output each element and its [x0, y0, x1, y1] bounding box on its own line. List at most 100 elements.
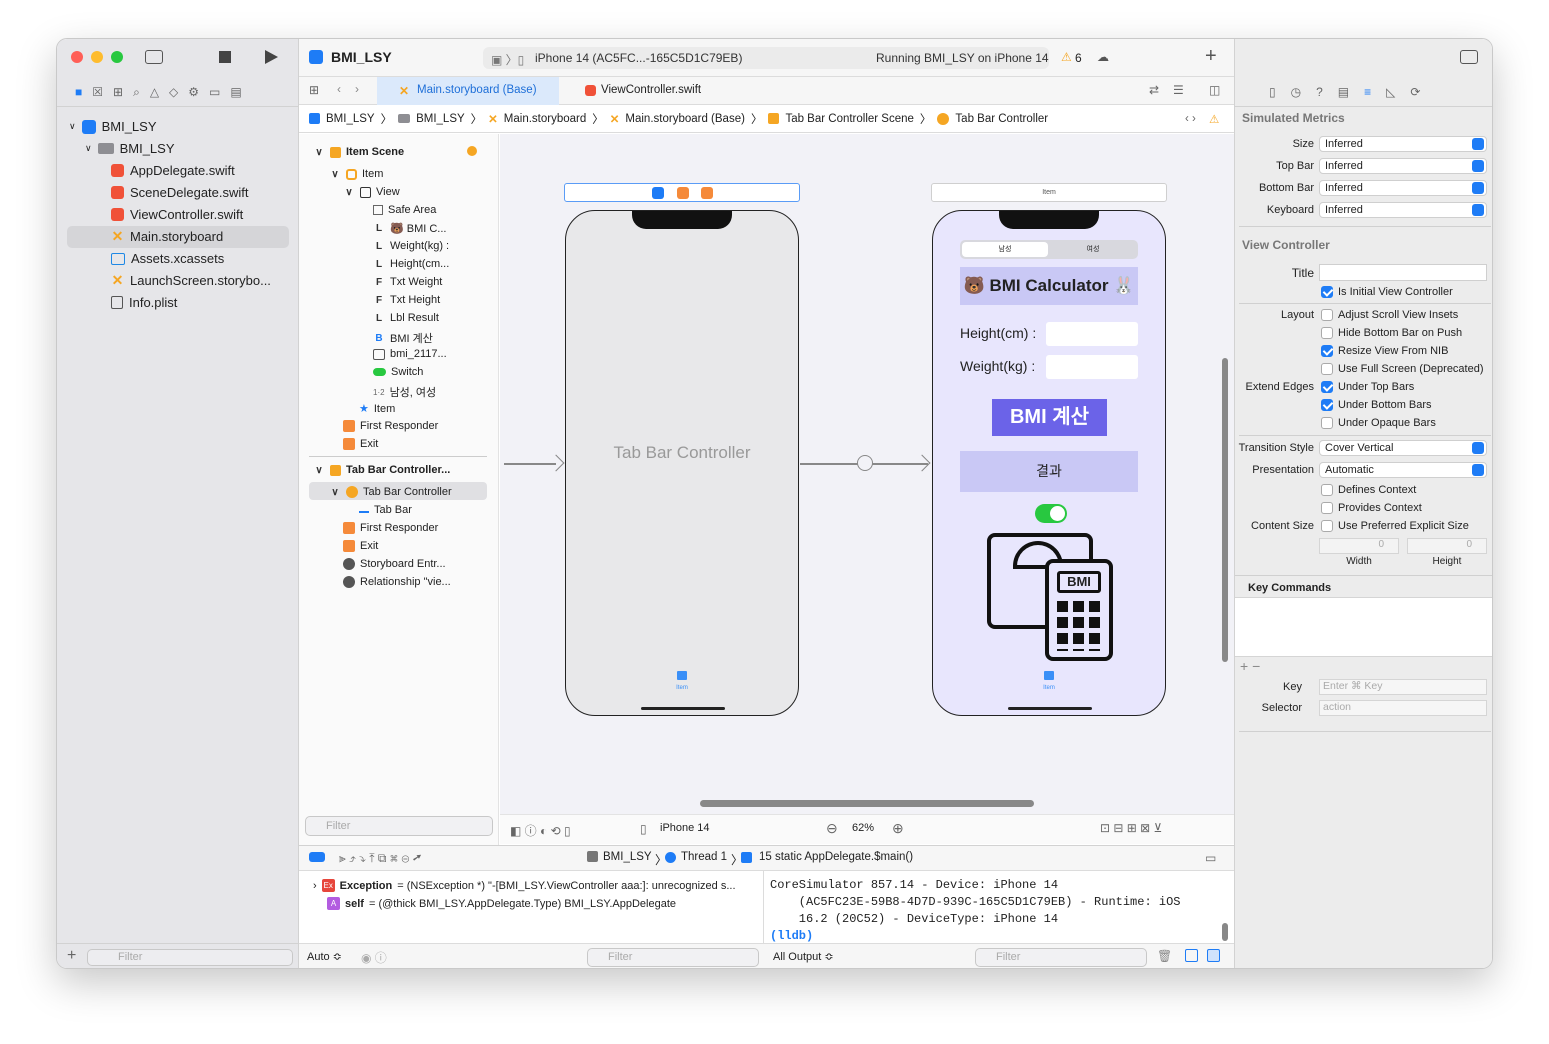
outline-item[interactable]: bmi_2117... [390, 348, 447, 360]
debug-breadcrumb[interactable]: 15 static AppDelegate.$main() [759, 851, 913, 863]
outline-item[interactable]: Txt Height [390, 294, 440, 306]
device-icon[interactable]: ▯ [640, 822, 647, 836]
debug-breadcrumb[interactable]: BMI_LSY [603, 851, 652, 863]
console-filter-input[interactable]: Filter [975, 948, 1147, 967]
outline-item[interactable]: BMI 계산 [390, 330, 433, 346]
adjust-insets-checkbox[interactable] [1321, 309, 1333, 321]
nav-file[interactable]: SceneDelegate.swift [130, 185, 249, 200]
history-icon[interactable]: ◷ [1291, 85, 1301, 99]
initial-vc-checkbox[interactable] [1321, 286, 1333, 298]
scheme-icon[interactable]: ▣ 〉▯ [491, 51, 524, 68]
nav-project-root[interactable]: BMI_LSY [102, 119, 157, 134]
nav-arrows-icon[interactable]: ‹ › [1185, 113, 1196, 125]
back-icon[interactable]: ‹ [337, 82, 341, 96]
symbol-icon[interactable]: ⊞ [113, 85, 123, 99]
segment-female[interactable]: 여성 [1050, 242, 1136, 257]
outline-item[interactable]: Item [362, 168, 383, 180]
source-control-icon[interactable]: ☒ [92, 85, 103, 99]
nav-file[interactable]: Info.plist [129, 295, 177, 310]
debug-icon[interactable]: ⚙ [188, 85, 199, 99]
console-output-selector[interactable]: All Output ≎ [773, 950, 834, 963]
outline-item-selected[interactable]: Tab Bar Controller [363, 486, 452, 498]
warning-dot-icon[interactable] [467, 146, 477, 156]
outline-item[interactable]: Height(cm... [390, 258, 449, 270]
run-button[interactable] [265, 50, 278, 64]
nav-group[interactable]: BMI_LSY [120, 141, 175, 156]
warning-icon[interactable]: ⚠ [1209, 112, 1219, 126]
run-destination[interactable]: iPhone 14 (AC5FC...-165C5D1C79EB) [535, 51, 742, 65]
console-scrollbar[interactable] [1222, 923, 1228, 941]
test-icon[interactable]: ◇ [169, 85, 178, 99]
trash-icon[interactable]: 🗑 [1157, 949, 1172, 963]
file-inspector-icon[interactable]: ▯ [1269, 85, 1276, 99]
split-right-icon[interactable] [1207, 949, 1220, 962]
console-view[interactable]: CoreSimulator 857.14 - Device: iPhone 14… [766, 871, 1234, 943]
related-items-icon[interactable]: ⇄ [1149, 83, 1159, 97]
constraints-icons[interactable]: ⊡ ⊟ ⊞ ⊠ ⊻ [1100, 821, 1162, 835]
sidebar-toggle-icon[interactable] [145, 50, 163, 64]
breakpoints-toggle-icon[interactable] [309, 852, 325, 862]
jump-item[interactable]: Tab Bar Controller [955, 113, 1048, 125]
outline-item[interactable]: 🐻 BMI C... [390, 222, 446, 235]
size-icon[interactable]: ◺ [1386, 85, 1395, 99]
width-field[interactable]: 0 [1319, 538, 1399, 554]
outline-item[interactable]: First Responder [360, 522, 438, 534]
add-icon[interactable]: + [67, 947, 76, 965]
outline-item[interactable]: Weight(kg) : [390, 240, 449, 252]
inspector-toggle-icon[interactable] [1460, 50, 1478, 64]
issue-icon[interactable]: △ [150, 85, 159, 99]
close-window-button[interactable] [71, 51, 83, 63]
gender-segmented-control[interactable]: 남성 여성 [960, 240, 1138, 259]
weight-text-field[interactable] [1046, 355, 1138, 379]
bmi-calculate-button[interactable]: BMI 계산 [992, 399, 1107, 436]
tab-main-storyboard[interactable]: ✕ Main.storyboard (Base) [377, 77, 559, 105]
toggle-switch[interactable] [1035, 504, 1067, 523]
jump-item[interactable]: Main.storyboard (Base) [625, 113, 745, 125]
nav-file[interactable]: LaunchScreen.storybo... [130, 273, 271, 288]
jump-item[interactable]: BMI_LSY [416, 113, 465, 125]
nav-file-selected[interactable]: Main.storyboard [130, 229, 223, 244]
layout-icon[interactable]: ◧ ⓘ ◐ ⟲ ▯ [510, 822, 571, 839]
size-popup[interactable]: Inferred [1319, 136, 1487, 152]
outline-item[interactable]: View [376, 186, 400, 198]
split-left-icon[interactable] [1185, 949, 1198, 962]
eye-icon[interactable]: ◉ ⓘ [361, 949, 387, 966]
outline-item[interactable]: Exit [360, 438, 378, 450]
hide-bottom-bar-checkbox[interactable] [1321, 327, 1333, 339]
search-icon[interactable]: ⌕ [133, 85, 140, 99]
provides-context-checkbox[interactable] [1321, 502, 1333, 514]
device-selector[interactable]: iPhone 14 [660, 822, 710, 834]
breakpoint-icon[interactable]: ▭ [209, 85, 220, 99]
nav-file[interactable]: Assets.xcassets [131, 251, 224, 266]
outline-item[interactable]: Tab Bar [374, 504, 412, 516]
under-top-bars-checkbox[interactable] [1321, 381, 1333, 393]
identity-icon[interactable]: ▤ [1338, 85, 1349, 99]
defines-context-checkbox[interactable] [1321, 484, 1333, 496]
outline-scene[interactable]: Item Scene [346, 146, 404, 158]
segment-male[interactable]: 남성 [962, 242, 1048, 257]
zoom-in-icon[interactable]: ⊕ [892, 820, 904, 837]
minimize-window-button[interactable] [91, 51, 103, 63]
full-screen-checkbox[interactable] [1321, 363, 1333, 375]
outline-item[interactable]: Item [374, 403, 395, 415]
variable-row[interactable]: › Ex Exception = (NSException *) "-[BMI_LS… [313, 879, 736, 892]
outline-item[interactable]: Lbl Result [390, 312, 439, 324]
zoom-out-icon[interactable]: ⊖ [826, 820, 838, 837]
key-commands-table[interactable] [1235, 597, 1492, 657]
tab-bar-controller-scene[interactable]: Tab Bar Controller Item [565, 210, 799, 716]
variables-scope-selector[interactable]: Auto ≎ [307, 950, 342, 963]
nav-file[interactable]: AppDelegate.swift [130, 163, 235, 178]
under-opaque-bars-checkbox[interactable] [1321, 417, 1333, 429]
nav-file[interactable]: ViewController.swift [130, 207, 243, 222]
outline-item[interactable]: Exit [360, 540, 378, 552]
debug-controls-icon[interactable]: ⫸ ⤴ ⤵ ⤒ ⧉ ⌘ ⊜ ➚ [339, 851, 422, 866]
outline-item[interactable]: Safe Area [388, 204, 436, 216]
report-icon[interactable]: ▤ [230, 85, 241, 99]
debug-breadcrumb[interactable]: Thread 1 [681, 851, 727, 863]
jump-item[interactable]: Tab Bar Controller Scene [785, 113, 913, 125]
cloud-icon[interactable]: ☁ [1097, 50, 1109, 64]
vc-scene-header[interactable]: Item [931, 183, 1167, 202]
bottom-bar-popup[interactable]: Inferred [1319, 180, 1487, 196]
jump-item[interactable]: Main.storyboard [504, 113, 586, 125]
presentation-popup[interactable]: Automatic [1319, 462, 1487, 478]
